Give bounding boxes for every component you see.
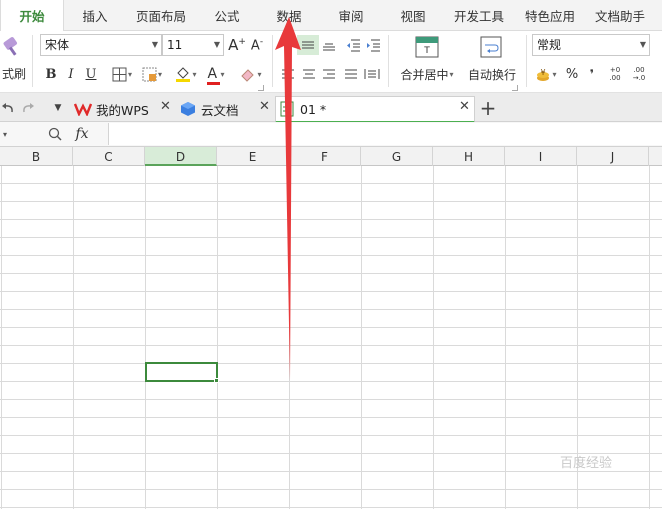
red-annotation-arrow bbox=[275, 17, 301, 381]
watermark: 百度经验 bbox=[560, 456, 613, 471]
spreadsheet-app: 开始 插入 页面布局 公式 数据 审阅 视图 开发工具 特色应用 文档助手 式刷… bbox=[0, 0, 662, 509]
